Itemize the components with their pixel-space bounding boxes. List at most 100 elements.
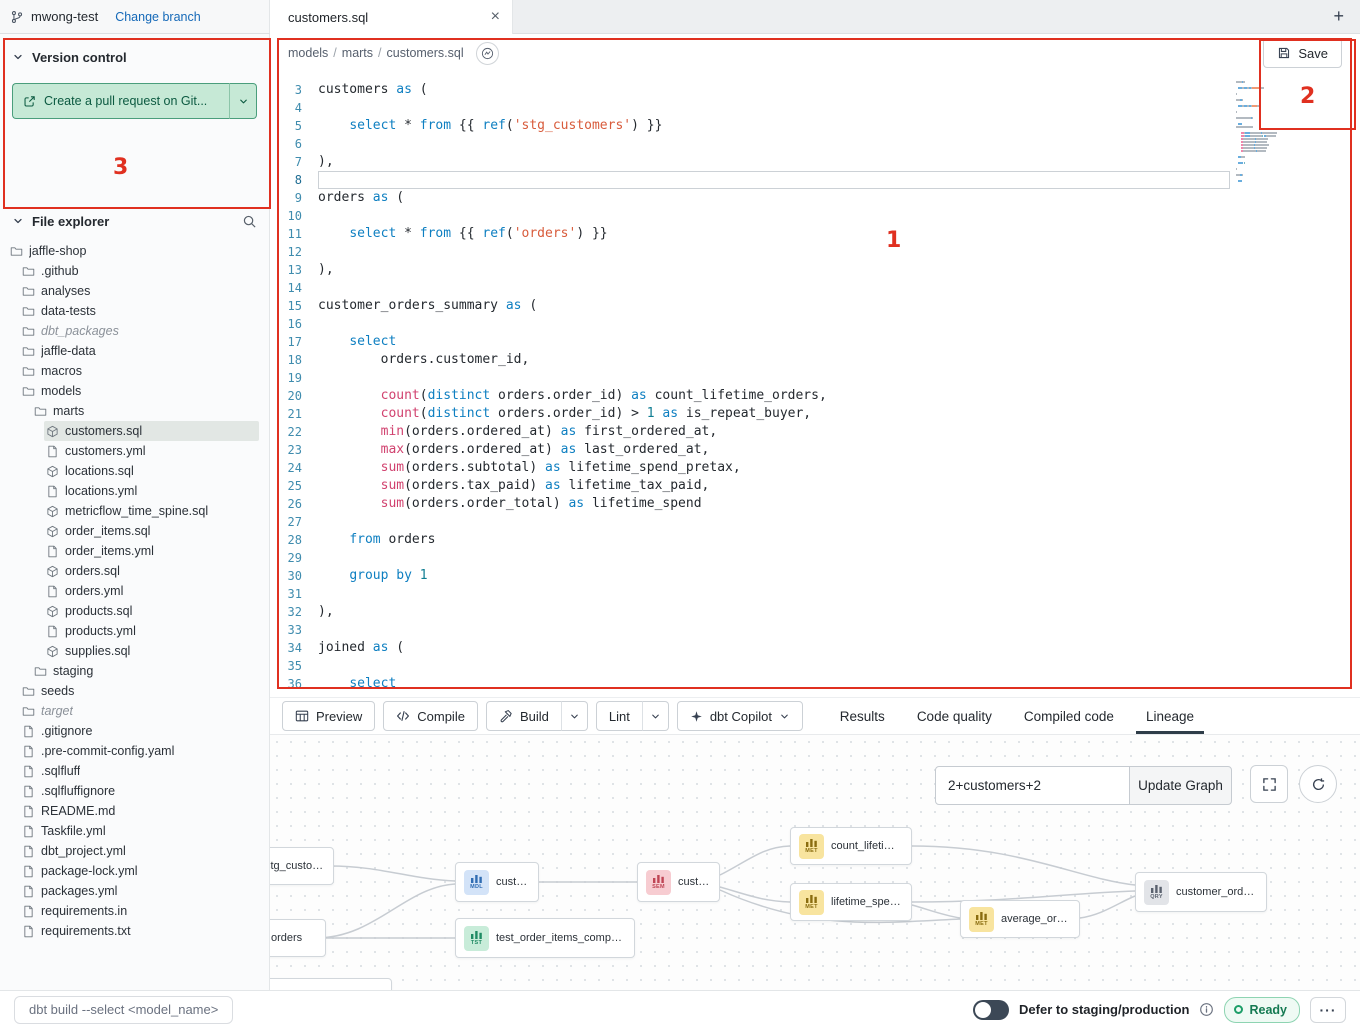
tree-item-analyses[interactable]: analyses: [20, 281, 259, 301]
tree-item-supplies.sql[interactable]: supplies.sql: [44, 641, 259, 661]
tree-item-data-tests[interactable]: data-tests: [20, 301, 259, 321]
code-line-4[interactable]: 4: [270, 99, 1360, 117]
result-tab-code-quality[interactable]: Code quality: [901, 698, 1008, 734]
code-line-7[interactable]: 7),: [270, 153, 1360, 171]
compile-button[interactable]: Compile: [383, 701, 478, 731]
save-button[interactable]: Save: [1263, 38, 1342, 68]
code-editor[interactable]: 3customers as (45 select * from {{ ref('…: [270, 73, 1360, 697]
lineage-selector-input[interactable]: [935, 766, 1130, 805]
version-control-header[interactable]: Version control: [0, 47, 269, 67]
create-pr-dropdown-button[interactable]: [229, 83, 257, 119]
code-line-24[interactable]: 24 sum(orders.subtotal) as lifetime_spen…: [270, 459, 1360, 477]
create-pr-button[interactable]: Create a pull request on Git...: [12, 83, 229, 119]
tree-item-marts[interactable]: marts: [32, 401, 259, 421]
tree-item-customers.yml[interactable]: customers.yml: [44, 441, 259, 461]
lineage-node-test_order_items_compute_to_bools-[interactable]: TSTtest_order_items_compute_to_bools...: [455, 918, 635, 958]
fullscreen-button[interactable]: [1250, 765, 1288, 803]
code-line-13[interactable]: 13),: [270, 261, 1360, 279]
tree-item-.sqlfluff[interactable]: .sqlfluff: [20, 761, 259, 781]
code-line-20[interactable]: 20 count(distinct orders.order_id) as co…: [270, 387, 1360, 405]
code-line-9[interactable]: 9orders as (: [270, 189, 1360, 207]
search-icon[interactable]: [242, 214, 257, 229]
lineage-node-lifetime_spend_pretax[interactable]: METlifetime_spend_pretax: [790, 883, 912, 921]
tab-customers-sql[interactable]: customers.sql ×: [270, 0, 513, 34]
tree-item-.github[interactable]: .github: [20, 261, 259, 281]
minimap[interactable]: [1236, 81, 1318, 183]
column-lineage-icon[interactable]: [476, 42, 499, 65]
lineage-node-customer_order_metrics[interactable]: QRYcustomer_order_metrics: [1135, 872, 1267, 912]
lineage-node-orders[interactable]: MDLorders: [270, 919, 326, 957]
lint-dropdown-button[interactable]: [642, 701, 669, 731]
lineage-node-customers[interactable]: SEMcustomers: [637, 862, 720, 902]
code-line-23[interactable]: 23 max(orders.ordered_at) as last_ordere…: [270, 441, 1360, 459]
lineage-node-count_lifetime_orders[interactable]: METcount_lifetime_orders: [790, 827, 912, 865]
result-tab-compiled-code[interactable]: Compiled code: [1008, 698, 1130, 734]
code-line-8[interactable]: 8: [270, 171, 1360, 189]
overflow-menu-button[interactable]: ···: [1310, 997, 1346, 1023]
code-line-33[interactable]: 33: [270, 621, 1360, 639]
info-icon[interactable]: [1199, 1002, 1214, 1017]
tree-item-requirements.in[interactable]: requirements.in: [20, 901, 259, 921]
tree-item-.gitignore[interactable]: .gitignore: [20, 721, 259, 741]
code-line-16[interactable]: 16: [270, 315, 1360, 333]
defer-toggle[interactable]: [973, 1000, 1009, 1020]
breadcrumb-marts[interactable]: marts: [342, 46, 373, 60]
tree-item-dbt-packages[interactable]: dbt_packages: [20, 321, 259, 341]
tree-item-products.yml[interactable]: products.yml: [44, 621, 259, 641]
file-explorer-header[interactable]: File explorer: [0, 211, 269, 231]
new-tab-button[interactable]: +: [1329, 6, 1348, 27]
code-line-19[interactable]: 19: [270, 369, 1360, 387]
code-line-29[interactable]: 29: [270, 549, 1360, 567]
code-line-35[interactable]: 35: [270, 657, 1360, 675]
lineage-panel[interactable]: Update Graph MDLstg_customersMDLordersMD…: [270, 734, 1360, 990]
tree-item-macros[interactable]: macros: [20, 361, 259, 381]
lineage-node-clipped[interactable]: [270, 978, 392, 990]
tree-item-models[interactable]: models: [20, 381, 259, 401]
tree-item-requirements.txt[interactable]: requirements.txt: [20, 921, 259, 941]
refresh-button[interactable]: [1299, 765, 1337, 803]
tree-item-metricflow-time-spine.sql[interactable]: metricflow_time_spine.sql: [44, 501, 259, 521]
code-line-36[interactable]: 36 select: [270, 675, 1360, 693]
tree-item-products.sql[interactable]: products.sql: [44, 601, 259, 621]
code-line-28[interactable]: 28 from orders: [270, 531, 1360, 549]
breadcrumb-customers.sql[interactable]: customers.sql: [387, 46, 464, 60]
tree-item-order-items.yml[interactable]: order_items.yml: [44, 541, 259, 561]
tree-item-seeds[interactable]: seeds: [20, 681, 259, 701]
build-button[interactable]: Build: [486, 701, 562, 731]
code-line-27[interactable]: 27: [270, 513, 1360, 531]
code-line-34[interactable]: 34joined as (: [270, 639, 1360, 657]
code-line-15[interactable]: 15customer_orders_summary as (: [270, 297, 1360, 315]
code-line-3[interactable]: 3customers as (: [270, 81, 1360, 99]
tree-item-customers.sql[interactable]: customers.sql: [44, 421, 259, 441]
breadcrumb-models[interactable]: models: [288, 46, 328, 60]
build-dropdown-button[interactable]: [561, 701, 588, 731]
tree-item-.pre-commit-config.yaml[interactable]: .pre-commit-config.yaml: [20, 741, 259, 761]
code-line-30[interactable]: 30 group by 1: [270, 567, 1360, 585]
dbt-copilot-button[interactable]: dbt Copilot: [677, 701, 803, 731]
code-line-18[interactable]: 18 orders.customer_id,: [270, 351, 1360, 369]
lineage-node-average_order_value[interactable]: METaverage_order_value: [960, 900, 1080, 938]
code-line-25[interactable]: 25 sum(orders.tax_paid) as lifetime_tax_…: [270, 477, 1360, 495]
lineage-node-stg_customers[interactable]: MDLstg_customers: [270, 847, 334, 885]
code-line-14[interactable]: 14: [270, 279, 1360, 297]
tree-item-package-lock.yml[interactable]: package-lock.yml: [20, 861, 259, 881]
lint-button[interactable]: Lint: [596, 701, 643, 731]
code-line-21[interactable]: 21 count(distinct orders.order_id) > 1 a…: [270, 405, 1360, 423]
code-line-26[interactable]: 26 sum(orders.order_total) as lifetime_s…: [270, 495, 1360, 513]
code-line-32[interactable]: 32),: [270, 603, 1360, 621]
lineage-node-customers[interactable]: MDLcustomers: [455, 862, 539, 902]
result-tab-results[interactable]: Results: [824, 698, 901, 734]
code-line-5[interactable]: 5 select * from {{ ref('stg_customers') …: [270, 117, 1360, 135]
code-line-11[interactable]: 11 select * from {{ ref('orders') }}: [270, 225, 1360, 243]
tree-item-locations.yml[interactable]: locations.yml: [44, 481, 259, 501]
tree-item-packages.yml[interactable]: packages.yml: [20, 881, 259, 901]
tree-item-readme.md[interactable]: README.md: [20, 801, 259, 821]
preview-button[interactable]: Preview: [282, 701, 375, 731]
tree-item-jaffle-data[interactable]: jaffle-data: [20, 341, 259, 361]
tree-item-staging[interactable]: staging: [32, 661, 259, 681]
code-line-6[interactable]: 6: [270, 135, 1360, 153]
close-icon[interactable]: ×: [491, 9, 500, 25]
tree-item-orders.sql[interactable]: orders.sql: [44, 561, 259, 581]
tree-item-taskfile.yml[interactable]: Taskfile.yml: [20, 821, 259, 841]
result-tab-lineage[interactable]: Lineage: [1130, 698, 1210, 734]
